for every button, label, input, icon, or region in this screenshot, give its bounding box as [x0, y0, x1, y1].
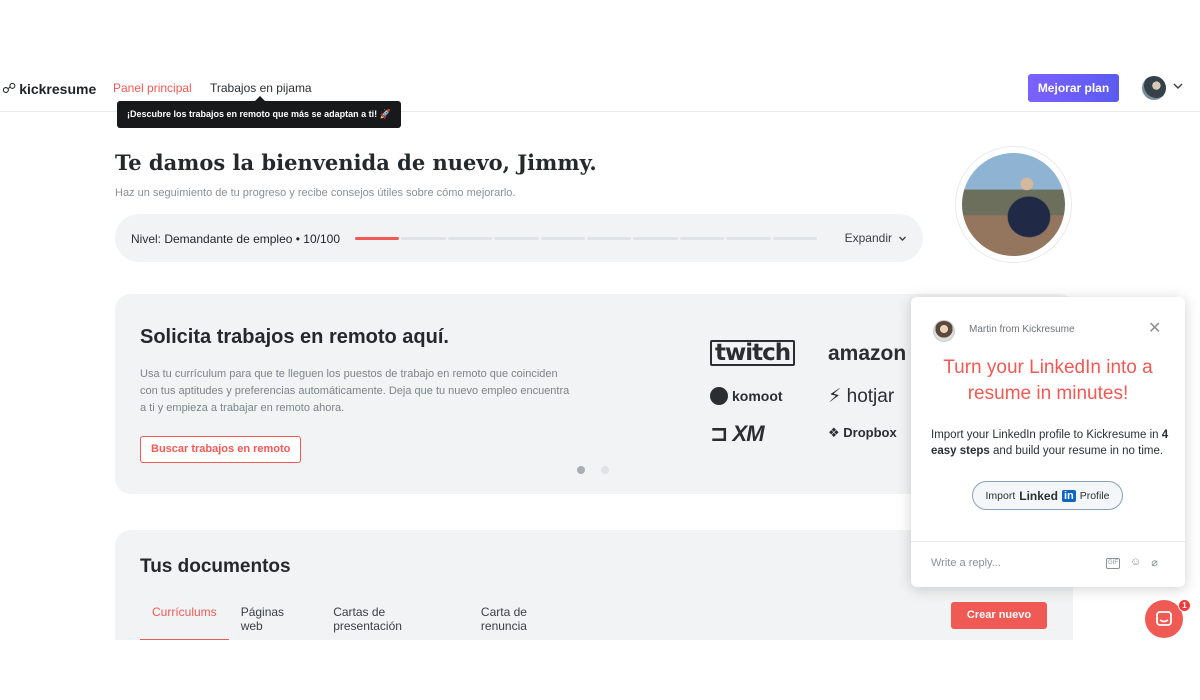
remote-jobs-title: Solicita trabajos en remoto aquí.	[140, 326, 449, 348]
carousel-dot-2[interactable]	[601, 466, 609, 474]
upgrade-plan-button[interactable]: Mejorar plan	[1028, 74, 1119, 102]
chat-divider	[911, 541, 1185, 542]
welcome-subtitle: Haz un seguimiento de tu progreso y reci…	[115, 187, 516, 199]
create-new-button[interactable]: Crear nuevo	[951, 602, 1047, 629]
carousel-dots	[577, 466, 609, 474]
chat-body: Import your LinkedIn profile to Kickresu…	[931, 429, 1169, 457]
profile-photo[interactable]	[955, 146, 1072, 263]
twitch-logo: twitch	[710, 340, 796, 366]
page-bottom-area	[0, 640, 1200, 700]
level-segment	[355, 237, 400, 240]
close-icon[interactable]: ✕	[1148, 318, 1161, 338]
remote-jobs-description: Usa tu currículum para que te lleguen lo…	[140, 368, 570, 414]
level-segment	[587, 237, 632, 240]
level-segment	[679, 237, 725, 240]
level-progress-panel: Nivel: Demandante de empleo • 10/100 Exp…	[115, 214, 923, 262]
gif-icon[interactable]: GIF	[1106, 558, 1120, 569]
user-avatar[interactable]	[1142, 76, 1166, 100]
emoji-icon[interactable]: ☺	[1130, 556, 1141, 569]
tab-curriculums[interactable]: Currículums	[140, 598, 229, 641]
level-value: Demandante de empleo • 10/100	[164, 232, 341, 246]
chat-heading: Turn your LinkedIn into a resume in minu…	[943, 357, 1153, 404]
level-label: Nivel: Demandante de empleo • 10/100	[131, 232, 341, 246]
kickresume-logo[interactable]: ☍ kickresume	[2, 80, 96, 97]
chat-actions: GIF ☺ ⌀	[1106, 556, 1158, 569]
level-segment	[540, 237, 586, 240]
level-segment	[494, 237, 539, 240]
welcome-title: Te damos la bienvenida de nuevo, Jimmy.	[115, 150, 597, 175]
level-segment	[772, 237, 818, 240]
dropbox-logo: ❖ Dropbox	[828, 425, 897, 440]
tab-paginas-web[interactable]: Páginas web	[229, 598, 322, 641]
expand-button[interactable]: Expandir	[845, 231, 907, 245]
level-segment	[447, 237, 493, 240]
xm-logo: ⊐ XM	[710, 421, 765, 446]
level-segment	[633, 237, 678, 240]
tab-carta-renuncia[interactable]: Carta de renuncia	[469, 598, 588, 641]
notification-badge: 1	[1178, 599, 1191, 612]
level-progress-bar	[355, 237, 818, 240]
komoot-icon	[710, 387, 728, 405]
import-linkedin-button[interactable]: Import Linked in Profile	[972, 481, 1123, 510]
komoot-logo: komoot	[710, 387, 783, 405]
chat-sender: Martin from Kickresume	[969, 324, 1075, 335]
hotjar-logo: ⚡ hotjar	[828, 386, 895, 407]
logo-text: kickresume	[19, 80, 97, 97]
chat-popup: Martin from Kickresume ✕ Turn your Linke…	[911, 297, 1185, 587]
tab-cartas-presentacion[interactable]: Cartas de presentación	[321, 598, 469, 641]
chevron-down-icon[interactable]	[1172, 80, 1184, 92]
chat-icon	[1156, 611, 1172, 626]
attachment-icon[interactable]: ⌀	[1151, 556, 1158, 569]
linkedin-icon: in	[1061, 489, 1076, 502]
documents-title: Tus documentos	[140, 556, 291, 577]
level-segment	[726, 237, 771, 240]
reply-input[interactable]: Write a reply...	[931, 557, 1001, 569]
nav-panel-principal[interactable]: Panel principal	[113, 81, 192, 95]
carousel-dot-1[interactable]	[577, 466, 585, 474]
profile-photo-image	[962, 153, 1065, 256]
nav-trabajos-en-pijama[interactable]: Trabajos en pijama	[210, 81, 312, 95]
amazon-logo: amazon	[828, 342, 907, 365]
documents-tabs: Currículums Páginas web Cartas de presen…	[140, 598, 588, 642]
search-remote-jobs-button[interactable]: Buscar trabajos en remoto	[140, 436, 302, 463]
logo-icon: ☍	[2, 80, 17, 96]
agent-avatar	[933, 320, 955, 342]
remote-jobs-tooltip: ¡Descubre los trabajos en remoto que más…	[117, 96, 401, 128]
level-segment	[401, 237, 446, 240]
chevron-down-icon	[899, 236, 906, 241]
